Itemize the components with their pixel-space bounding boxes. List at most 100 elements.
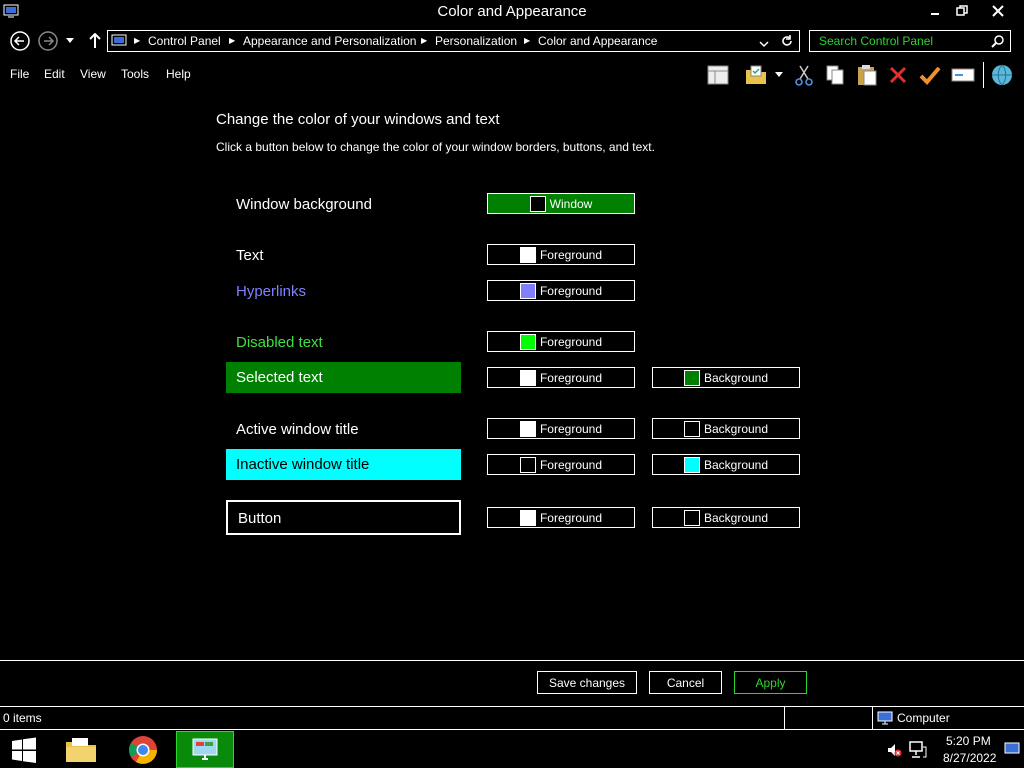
- control-panel-icon: [111, 33, 127, 49]
- title-bar: Color and Appearance: [0, 0, 1024, 26]
- selected-text-background-button[interactable]: Background: [652, 367, 800, 388]
- foreground-label: Foreground: [539, 421, 603, 436]
- breadcrumb-personalization[interactable]: Personalization: [435, 34, 517, 48]
- globe-icon[interactable]: [989, 62, 1015, 88]
- foreground-label: Foreground: [539, 510, 603, 525]
- breadcrumb-color-appearance[interactable]: Color and Appearance: [538, 34, 657, 48]
- save-changes-button[interactable]: Save changes: [537, 671, 637, 694]
- hyperlinks-foreground-button[interactable]: Foreground: [487, 280, 635, 301]
- computer-icon: [877, 710, 893, 731]
- menu-help[interactable]: Help: [166, 67, 191, 81]
- foreground-label: Foreground: [539, 247, 603, 262]
- up-button[interactable]: [84, 30, 106, 52]
- inactive-title-bg-swatch: [683, 456, 700, 473]
- control-panel-taskbar-icon[interactable]: [176, 731, 234, 768]
- foreground-label: Foreground: [539, 283, 603, 298]
- status-item-count: 0 items: [3, 711, 42, 725]
- background-label: Background: [703, 421, 769, 436]
- search-placeholder: Search Control Panel: [819, 34, 934, 48]
- apply-button[interactable]: Apply: [734, 671, 807, 694]
- disabled-text-foreground-button[interactable]: Foreground: [487, 331, 635, 352]
- delete-icon[interactable]: [885, 62, 911, 88]
- selected-text-foreground-button[interactable]: Foreground: [487, 367, 635, 388]
- button-foreground-button[interactable]: Foreground: [487, 507, 635, 528]
- chrome-taskbar-icon[interactable]: [114, 731, 172, 768]
- breadcrumb-control-panel[interactable]: Control Panel: [148, 34, 221, 48]
- status-bar: 0 items Computer: [0, 706, 1024, 731]
- active-title-bg-swatch: [683, 420, 700, 437]
- folder-options-dropdown-icon[interactable]: [771, 62, 787, 88]
- clock-date[interactable]: 8/27/2022: [943, 751, 996, 765]
- address-bar[interactable]: ▶ Control Panel ▶ Appearance and Persona…: [107, 30, 800, 52]
- disabled-color-swatch: [519, 333, 536, 350]
- active-title-foreground-button[interactable]: Foreground: [487, 418, 635, 439]
- hyperlink-color-swatch: [519, 282, 536, 299]
- text-color-swatch: [519, 246, 536, 263]
- button-fg-swatch: [519, 509, 536, 526]
- inactive-title-fg-swatch: [519, 456, 536, 473]
- volume-muted-icon[interactable]: [886, 742, 902, 763]
- button-sample-label: Button: [226, 500, 461, 535]
- breadcrumb-separator-icon: ▶: [229, 36, 236, 45]
- file-explorer-taskbar-icon[interactable]: [52, 731, 110, 768]
- background-label: Background: [703, 370, 769, 385]
- clock-time[interactable]: 5:20 PM: [946, 734, 991, 748]
- window-button-label: Window: [549, 196, 593, 211]
- folder-options-icon[interactable]: [743, 62, 769, 88]
- menu-file[interactable]: File: [10, 67, 29, 81]
- address-dropdown-icon[interactable]: [759, 36, 769, 54]
- hyperlinks-label: Hyperlinks: [236, 283, 307, 300]
- rename-icon[interactable]: [950, 62, 976, 88]
- start-button[interactable]: [0, 731, 48, 768]
- copy-icon[interactable]: [822, 62, 848, 88]
- page-heading: Change the color of your windows and tex…: [216, 111, 500, 128]
- selected-fg-swatch: [519, 369, 536, 386]
- breadcrumb-separator-icon: ▶: [524, 36, 531, 45]
- page-subheading: Click a button below to change the color…: [216, 140, 655, 154]
- paste-icon[interactable]: [854, 62, 880, 88]
- footer-divider: [0, 660, 1024, 661]
- cancel-button[interactable]: Cancel: [649, 671, 722, 694]
- disabled-text-label: Disabled text: [236, 334, 323, 351]
- inactive-title-background-button[interactable]: Background: [652, 454, 800, 475]
- foreground-label: Foreground: [539, 370, 603, 385]
- notifications-icon[interactable]: [1004, 742, 1020, 761]
- toolbar-divider: [983, 62, 984, 88]
- back-button[interactable]: [9, 30, 31, 52]
- window-background-label: Window background: [236, 196, 372, 213]
- active-title-background-button[interactable]: Background: [652, 418, 800, 439]
- forward-button[interactable]: [37, 30, 59, 52]
- refresh-icon[interactable]: [780, 34, 794, 53]
- inactive-title-foreground-button[interactable]: Foreground: [487, 454, 635, 475]
- breadcrumb-separator-icon: ▶: [134, 36, 141, 45]
- text-foreground-button[interactable]: Foreground: [487, 244, 635, 265]
- search-input[interactable]: Search Control Panel: [809, 30, 1011, 52]
- status-location: Computer: [897, 711, 950, 725]
- layout-pane-icon[interactable]: [705, 62, 731, 88]
- window-title: Color and Appearance: [437, 3, 587, 20]
- menu-edit[interactable]: Edit: [44, 67, 65, 81]
- cut-icon[interactable]: [791, 62, 817, 88]
- restore-button[interactable]: [946, 0, 978, 22]
- status-divider: [784, 707, 785, 729]
- taskbar: 5:20 PM 8/27/2022: [0, 729, 1024, 768]
- properties-check-icon[interactable]: [917, 62, 943, 88]
- background-label: Background: [703, 510, 769, 525]
- foreground-label: Foreground: [539, 457, 603, 472]
- menu-view[interactable]: View: [80, 67, 106, 81]
- button-background-button[interactable]: Background: [652, 507, 800, 528]
- breadcrumb-appearance-personalization[interactable]: Appearance and Personalization: [243, 34, 416, 48]
- network-icon[interactable]: [909, 741, 927, 764]
- background-label: Background: [703, 457, 769, 472]
- status-divider: [872, 707, 873, 729]
- search-icon[interactable]: [991, 34, 1005, 53]
- selected-bg-swatch: [683, 369, 700, 386]
- window-background-button[interactable]: Window: [487, 193, 635, 214]
- active-title-label: Active window title: [236, 421, 359, 438]
- recent-pages-dropdown[interactable]: [62, 30, 78, 52]
- selected-text-label: Selected text: [226, 362, 461, 393]
- menu-tools[interactable]: Tools: [121, 67, 149, 81]
- active-title-fg-swatch: [519, 420, 536, 437]
- inactive-title-label: Inactive window title: [226, 449, 461, 480]
- close-button[interactable]: [982, 0, 1014, 22]
